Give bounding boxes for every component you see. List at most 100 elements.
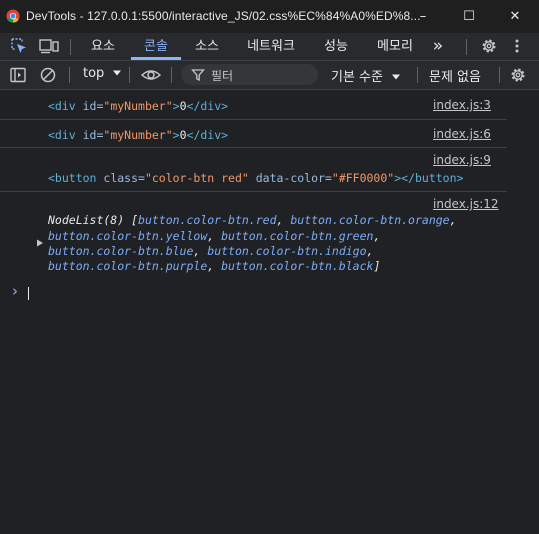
close-window-button[interactable]: ✕ <box>492 0 538 33</box>
show-sidebar-button[interactable] <box>9 66 27 84</box>
window-title-bar: DevTools - 127.0.0.1:5500/interactive_JS… <box>0 0 539 34</box>
gear-icon <box>482 39 496 53</box>
prompt-chevron-icon: › <box>12 282 18 300</box>
tag-close-bracket: > <box>172 128 180 142</box>
block-icon <box>40 67 56 83</box>
issues-counter[interactable]: 문제 없음 <box>429 66 481 85</box>
tab-memory[interactable]: 메모리 <box>367 33 423 60</box>
source-link[interactable]: index.js:12 <box>433 197 507 211</box>
toolbar-separator <box>69 67 70 83</box>
nodelist-item: button.color-btn.yellow <box>48 229 208 243</box>
device-toggle-icon <box>39 39 59 54</box>
filter-icon <box>191 69 205 82</box>
attr-name: id= <box>75 128 104 142</box>
tab-separator <box>70 39 71 55</box>
tag-close-bracket: > <box>172 99 180 113</box>
tag-close: </div> <box>186 128 229 142</box>
attr-value: "#FF0000" <box>331 171 395 185</box>
window-title: DevTools - 127.0.0.1:5500/interactive_JS… <box>26 9 421 23</box>
node-text: 0 <box>179 99 187 113</box>
dropdown-arrow-icon <box>113 70 122 76</box>
nodelist-item: button.color-btn.black <box>221 259 374 273</box>
devtools-tab-bar: 요소 콘솔 소스 네트워크 성능 메모리 » <box>0 33 539 61</box>
nodelist-line[interactable]: NodeList(8) [button.color-btn.red, butto… <box>48 213 457 227</box>
nodelist-line[interactable]: button.color-btn.blue, button.color-btn.… <box>48 244 373 258</box>
minimize-icon: – <box>419 9 427 24</box>
element-node[interactable]: <button class="color-btn red" data-color… <box>48 171 463 185</box>
tab-console[interactable]: 콘솔 <box>131 33 181 60</box>
filter-placeholder: 필터 <box>211 69 234 83</box>
console-prompt[interactable]: › <box>0 282 507 302</box>
tag-close: </button> <box>401 171 464 185</box>
settings-button[interactable] <box>480 37 498 55</box>
inspect-element-button[interactable] <box>10 37 28 55</box>
tag-open: <div <box>48 128 76 142</box>
issues-label: 문제 없음 <box>429 70 481 85</box>
tag-close: </div> <box>186 99 229 113</box>
nodelist-item: button.color-btn.orange <box>290 213 450 227</box>
prompt-caret <box>28 287 29 300</box>
toolbar-separator <box>129 67 130 83</box>
active-tab-indicator <box>131 57 181 60</box>
element-node[interactable]: <div id="myNumber">0</div> <box>48 128 228 142</box>
attr-value: "color-btn red" <box>144 171 249 185</box>
tag-open: <button <box>48 171 97 185</box>
more-tabs-button[interactable]: » <box>425 33 451 60</box>
minimize-button[interactable]: – <box>400 0 446 33</box>
tab-label: 네트워크 <box>247 39 295 54</box>
maximize-button[interactable]: ☐ <box>446 0 492 33</box>
tab-label: 요소 <box>91 39 115 54</box>
nodelist-item: button.color-btn.blue <box>48 244 194 258</box>
device-toolbar-button[interactable] <box>38 37 60 55</box>
expand-arrow-icon[interactable] <box>36 239 44 247</box>
live-expression-button[interactable] <box>140 66 162 84</box>
console-message: <div id="myNumber">0</div> index.js:3 <box>0 90 507 120</box>
context-value: top <box>83 66 105 81</box>
source-link[interactable]: index.js:6 <box>433 127 507 141</box>
attr-name: data-color= <box>248 171 332 185</box>
node-text: 0 <box>179 128 187 142</box>
tab-separator <box>466 39 467 55</box>
console-message: <div id="myNumber">0</div> index.js:6 <box>0 119 507 148</box>
maximize-icon: ☐ <box>463 9 475 24</box>
close-icon: ✕ <box>509 9 521 24</box>
tab-label: 소스 <box>195 39 219 54</box>
levels-label: 기본 수준 <box>331 70 383 85</box>
inspect-icon <box>11 38 26 53</box>
console-message: index.js:12 NodeList(8) [button.color-bt… <box>0 191 507 277</box>
eye-icon <box>140 70 162 80</box>
nodelist-item: button.color-btn.indigo <box>207 244 367 258</box>
element-node[interactable]: <div id="myNumber">0</div> <box>48 99 228 113</box>
tag-open: <div <box>48 99 76 113</box>
tab-elements[interactable]: 요소 <box>82 33 124 60</box>
more-options-button[interactable] <box>510 37 524 55</box>
nodelist-item: button.color-btn.red <box>138 213 277 227</box>
nodelist-item: button.color-btn.green <box>221 229 374 243</box>
tab-sources[interactable]: 소스 <box>186 33 228 60</box>
nodelist-line[interactable]: button.color-btn.yellow, button.color-bt… <box>48 229 380 243</box>
log-levels-dropdown[interactable]: 기본 수준 <box>331 66 401 85</box>
source-link[interactable]: index.js:3 <box>433 98 507 112</box>
console-toolbar: top 필터 기본 수준 문제 없음 <box>0 61 539 90</box>
attr-value: "myNumber" <box>103 99 173 113</box>
tab-performance[interactable]: 성능 <box>314 33 358 60</box>
toolbar-separator <box>171 67 172 83</box>
tab-label: 성능 <box>324 39 348 54</box>
console-settings-button[interactable] <box>509 66 527 84</box>
sidebar-toggle-icon <box>10 67 26 83</box>
kebab-menu-icon <box>515 39 519 53</box>
clear-console-button[interactable] <box>39 66 57 84</box>
chevron-double-right-icon: » <box>432 36 444 56</box>
gear-icon <box>511 68 525 82</box>
tab-label: 콘솔 <box>144 39 168 54</box>
nodelist-close: ] <box>373 259 381 273</box>
filter-input[interactable]: 필터 <box>181 64 318 85</box>
tab-network[interactable]: 네트워크 <box>237 33 305 60</box>
toolbar-separator <box>499 67 500 83</box>
js-context-select[interactable]: top <box>83 66 122 81</box>
nodelist-item: button.color-btn.purple <box>48 259 208 273</box>
toolbar-separator <box>417 67 418 83</box>
tab-label: 메모리 <box>377 39 413 54</box>
source-link[interactable]: index.js:9 <box>433 153 507 167</box>
nodelist-line[interactable]: button.color-btn.purple, button.color-bt… <box>48 259 380 273</box>
